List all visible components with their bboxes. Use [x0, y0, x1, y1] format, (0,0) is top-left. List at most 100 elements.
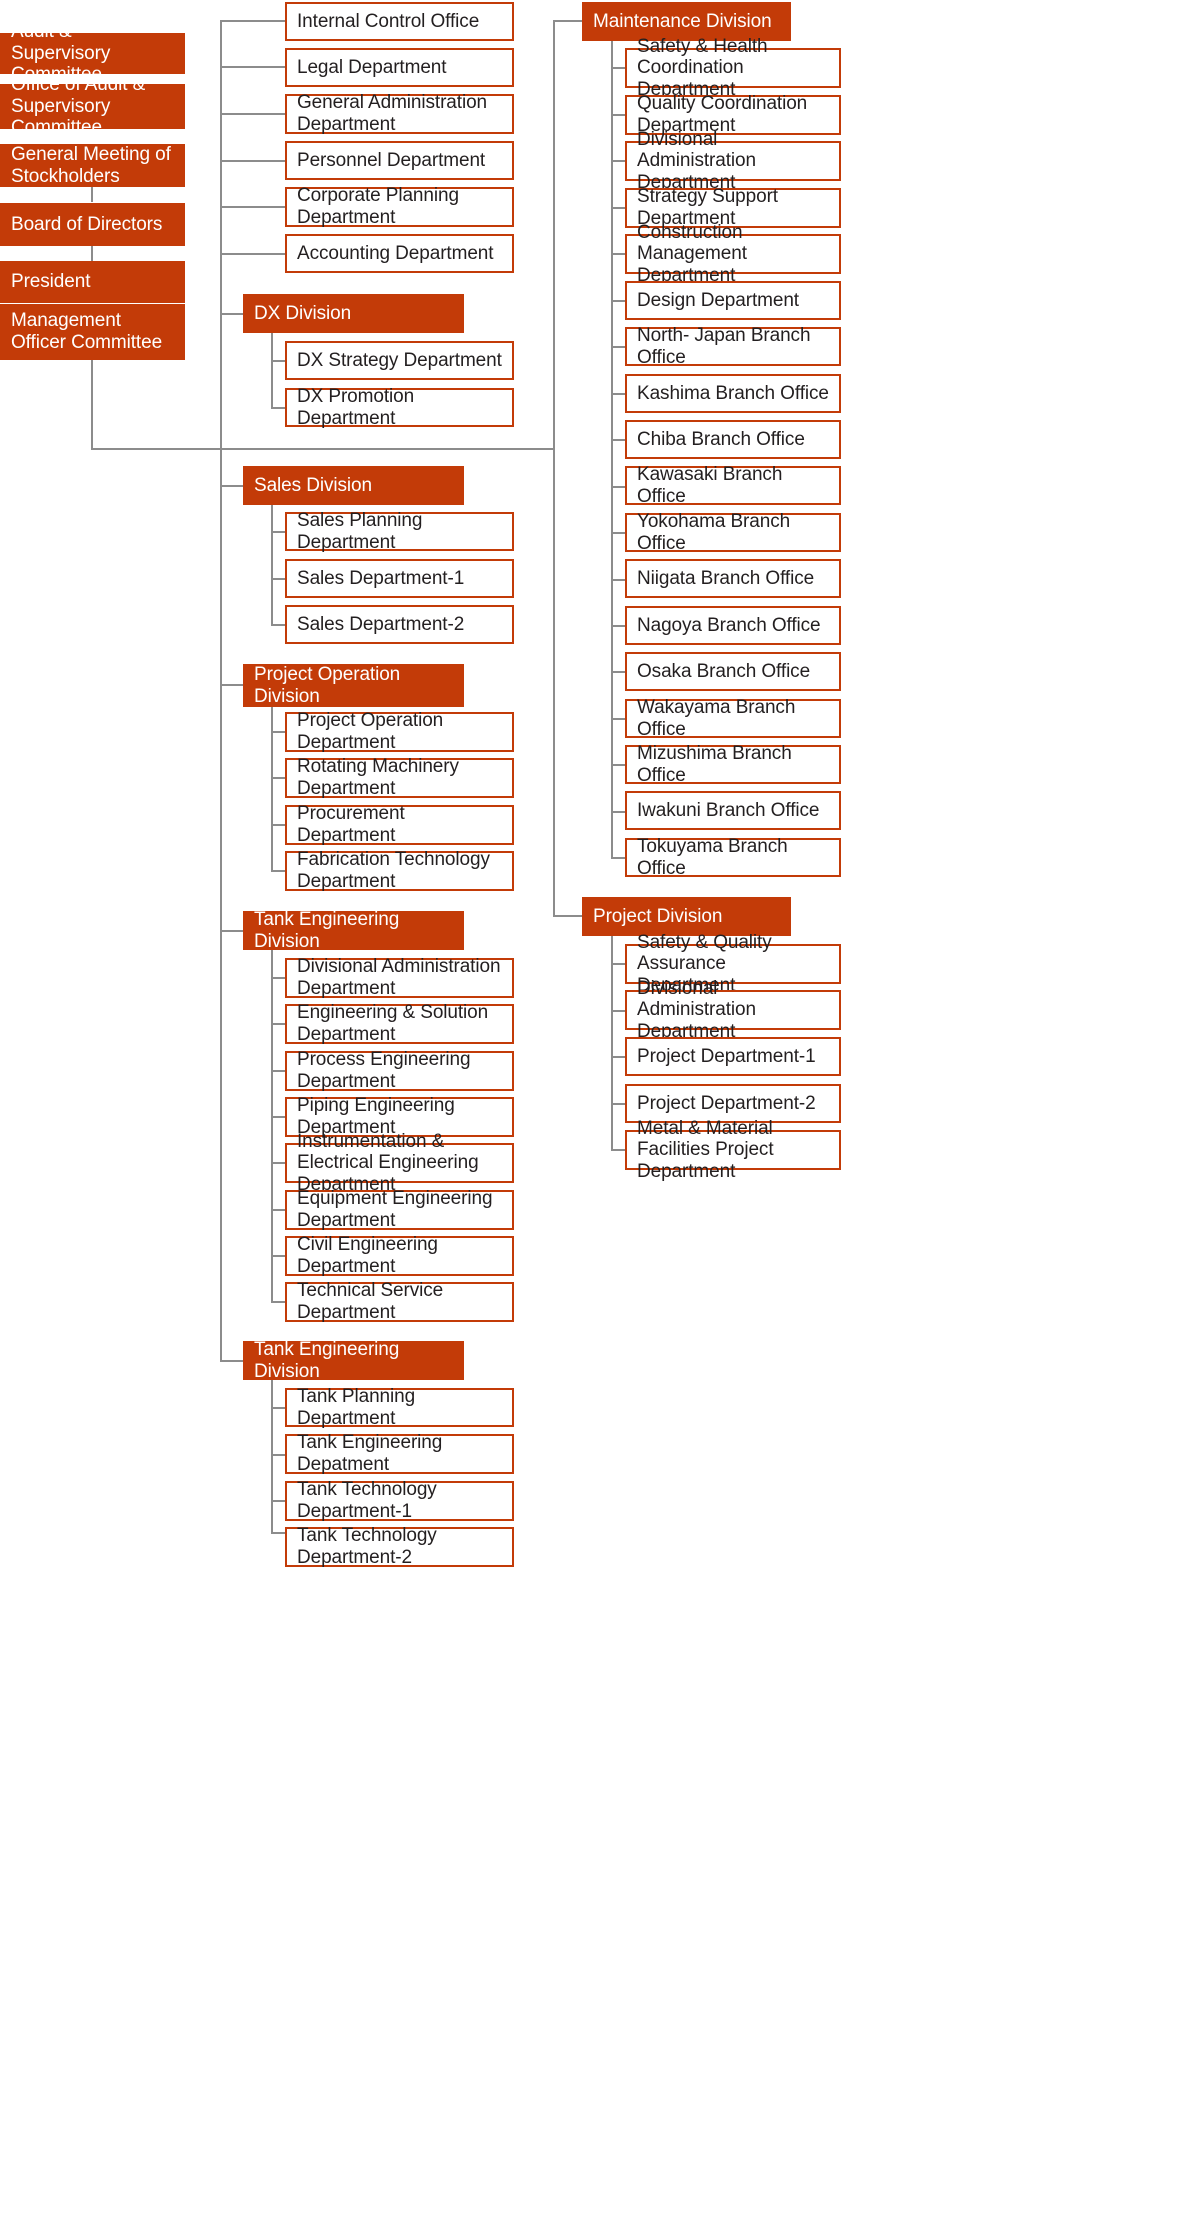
box-fabrication-technology-department[interactable]: Fabrication Technology Department	[285, 849, 514, 892]
box-tank-planning-department[interactable]: Tank Planning Department	[285, 1386, 514, 1429]
label-kawasaki-branch-office: Kawasaki Branch Office	[637, 463, 783, 507]
label-internal-control-office: Internal Control Office	[297, 10, 480, 32]
label-tank-technology-department-2: Tank Technology Department-2	[297, 1525, 437, 1568]
label-metal-material-facilities-project-department: Metal & Material Facilities Project Depa…	[637, 1117, 774, 1182]
box-chiba-branch-office[interactable]: Chiba Branch Office	[625, 420, 841, 459]
label-equipment-engineering-department: Equipment Engineering Department	[297, 1188, 493, 1231]
label-management-officer-committee: Management Officer Committee	[11, 310, 163, 353]
box-technical-service-department[interactable]: Technical Service Department	[285, 1280, 514, 1323]
box-metal-material-facilities-project-department[interactable]: Metal & Material Facilities Project Depa…	[625, 1118, 841, 1182]
connector-to-tank-engineering-division-b	[220, 1360, 244, 1362]
box-construction-management-department[interactable]: Construction Management Department	[625, 222, 841, 286]
box-engineering-solution-department[interactable]: Engineering & Solution Department	[285, 1002, 514, 1045]
box-office-of-audit-supervisory-committee[interactable]: Office of Audit & Supervisory Committee	[0, 74, 185, 138]
box-iwakuni-branch-office[interactable]: Iwakuni Branch Office	[625, 791, 841, 830]
label-project-department-2: Project Department-2	[637, 1092, 816, 1114]
box-divisional-administration-department-tank-a[interactable]: Divisional Administration Department	[285, 956, 514, 999]
box-tank-engineering-department[interactable]: Tank Engineering Depatment	[285, 1432, 514, 1475]
connector-gm-to-board	[91, 186, 93, 202]
connector-right-spine	[553, 21, 555, 916]
label-engineering-solution-department: Engineering & Solution Department	[297, 1002, 489, 1045]
label-maintenance-division: Maintenance Division	[593, 10, 772, 32]
box-mizushima-branch-office[interactable]: Mizushima Branch Office	[625, 742, 841, 786]
connector-to-project-operation-division	[220, 684, 244, 686]
label-board-of-directors: Board of Directors	[11, 213, 163, 235]
label-yokohama-branch-office: Yokohama Branch Office	[637, 510, 791, 554]
box-process-engineering-department[interactable]: Process Engineering Department	[285, 1049, 514, 1092]
box-procurement-department[interactable]: Procurement Department	[285, 803, 514, 846]
box-kashima-branch-office[interactable]: Kashima Branch Office	[625, 374, 841, 413]
box-sales-department-2[interactable]: Sales Department-2	[285, 605, 514, 644]
box-nagoya-branch-office[interactable]: Nagoya Branch Office	[625, 606, 841, 645]
label-rotating-machinery-department: Rotating Machinery Department	[297, 756, 459, 799]
box-divisional-administration-department-project[interactable]: Divisional Administration Department	[625, 978, 841, 1042]
label-office-of-audit-supervisory-committee: Office of Audit & Supervisory Committee	[11, 74, 146, 139]
connector-to-dx-division	[220, 313, 244, 315]
connector-trunk-horizontal	[91, 448, 553, 450]
box-dx-division[interactable]: DX Division	[243, 294, 464, 333]
label-mizushima-branch-office: Mizushima Branch Office	[637, 742, 792, 786]
box-rotating-machinery-department[interactable]: Rotating Machinery Department	[285, 756, 514, 799]
box-kawasaki-branch-office[interactable]: Kawasaki Branch Office	[625, 463, 841, 507]
label-north-japan-branch-office: North- Japan Branch Office	[637, 324, 811, 368]
label-process-engineering-department: Process Engineering Department	[297, 1049, 471, 1092]
box-dx-promotion-department[interactable]: DX Promotion Department	[285, 386, 514, 429]
box-project-operation-division[interactable]: Project Operation Division	[243, 664, 464, 707]
label-safety-health-coordination-department: Safety & Health Coordination Department	[637, 35, 768, 100]
box-divisional-administration-department-maintenance[interactable]: Divisional Administration Department	[625, 129, 841, 193]
box-tokuyama-branch-office[interactable]: Tokuyama Branch Office	[625, 836, 841, 879]
label-project-operation-department: Project Operation Department	[297, 710, 444, 753]
box-accounting-department[interactable]: Accounting Department	[285, 234, 514, 273]
connector-corp-5	[220, 253, 286, 255]
connector-maintenance-spine	[611, 41, 613, 859]
box-safety-health-coordination-department[interactable]: Safety & Health Coordination Department	[625, 36, 841, 100]
box-legal-department[interactable]: Legal Department	[285, 48, 514, 87]
box-civil-engineering-department[interactable]: Civil Engineering Department	[285, 1234, 514, 1277]
connector-corp-4	[220, 206, 286, 208]
connector-divisions-spine	[220, 448, 222, 1362]
box-dx-strategy-department[interactable]: DX Strategy Department	[285, 341, 514, 380]
box-president[interactable]: President	[0, 261, 185, 303]
connector-board-to-president	[91, 245, 93, 261]
label-sales-department-1: Sales Department-1	[297, 567, 465, 589]
box-corporate-planning-department[interactable]: Corporate Planning Department	[285, 185, 514, 228]
box-project-department-1[interactable]: Project Department-1	[625, 1037, 841, 1076]
label-niigata-branch-office: Niigata Branch Office	[637, 567, 815, 589]
box-north-japan-branch-office[interactable]: North- Japan Branch Office	[625, 324, 841, 368]
box-niigata-branch-office[interactable]: Niigata Branch Office	[625, 559, 841, 598]
box-management-officer-committee[interactable]: Management Officer Committee	[0, 304, 185, 360]
box-design-department[interactable]: Design Department	[625, 281, 841, 320]
label-wakayama-branch-office: Wakayama Branch Office	[637, 696, 796, 740]
box-wakayama-branch-office[interactable]: Wakayama Branch Office	[625, 696, 841, 740]
box-internal-control-office[interactable]: Internal Control Office	[285, 2, 514, 41]
label-construction-management-department: Construction Management Department	[637, 221, 747, 286]
box-equipment-engineering-department[interactable]: Equipment Engineering Department	[285, 1188, 514, 1231]
box-sales-department-1[interactable]: Sales Department-1	[285, 559, 514, 598]
connector-to-sales-division	[220, 485, 244, 487]
connector-president-trunk	[91, 360, 93, 450]
box-project-division[interactable]: Project Division	[582, 897, 791, 936]
box-general-administration-department[interactable]: General Administration Department	[285, 92, 514, 135]
box-general-meeting-of-stockholders[interactable]: General Meeting of Stockholders	[0, 144, 185, 187]
box-tank-engineering-division-a[interactable]: Tank Engineering Division	[243, 908, 464, 952]
connector-project-spine	[611, 936, 613, 1151]
box-instrumentation-electrical-engineering-department[interactable]: Instrumentation & Electrical Engineering…	[285, 1131, 514, 1195]
connector-to-tank-engineering-division-a	[220, 930, 244, 932]
label-tank-engineering-division-a: Tank Engineering Division	[254, 908, 400, 952]
box-project-operation-department[interactable]: Project Operation Department	[285, 710, 514, 753]
box-personnel-department[interactable]: Personnel Department	[285, 141, 514, 180]
label-accounting-department: Accounting Department	[297, 242, 494, 264]
box-sales-planning-department[interactable]: Sales Planning Department	[285, 510, 514, 553]
org-chart: Audit & Supervisory Committee Office of …	[0, 0, 1200, 2234]
box-audit-supervisory-committee[interactable]: Audit & Supervisory Committee	[0, 21, 185, 85]
label-sales-division: Sales Division	[254, 474, 372, 496]
label-chiba-branch-office: Chiba Branch Office	[637, 428, 805, 450]
connector-corp-3	[220, 160, 286, 162]
box-tank-technology-department-2[interactable]: Tank Technology Department-2	[285, 1525, 514, 1568]
box-tank-engineering-division-b[interactable]: Tank Engineering Division	[243, 1339, 464, 1382]
box-sales-division[interactable]: Sales Division	[243, 466, 464, 505]
box-tank-technology-department-1[interactable]: Tank Technology Department-1	[285, 1479, 514, 1522]
box-yokohama-branch-office[interactable]: Yokohama Branch Office	[625, 510, 841, 554]
box-board-of-directors[interactable]: Board of Directors	[0, 203, 185, 246]
box-osaka-branch-office[interactable]: Osaka Branch Office	[625, 652, 841, 691]
